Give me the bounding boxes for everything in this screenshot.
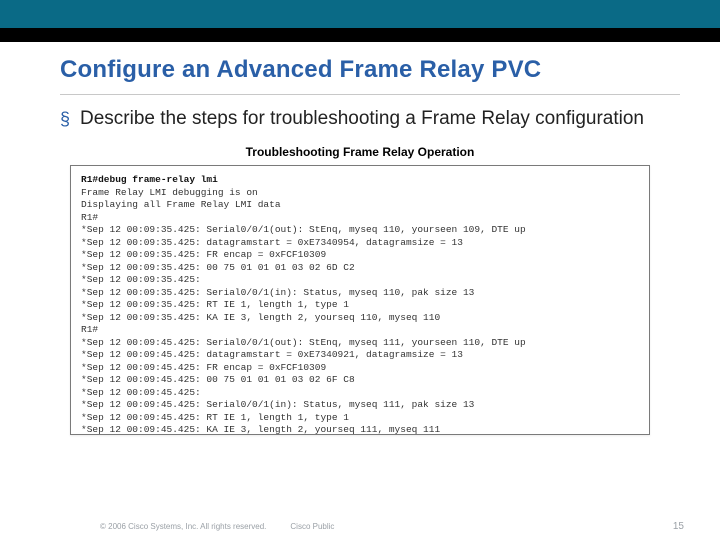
terminal-output: R1#debug frame-relay lmi Frame Relay LMI… <box>70 165 650 435</box>
slide: Configure an Advanced Frame Relay PVC § … <box>0 0 720 540</box>
slide-title: Configure an Advanced Frame Relay PVC <box>0 42 720 92</box>
bullet-item: § Describe the steps for troubleshooting… <box>60 107 660 131</box>
terminal-lines: Frame Relay LMI debugging is on Displayi… <box>81 187 526 436</box>
footer: © 2006 Cisco Systems, Inc. All rights re… <box>0 521 720 532</box>
figure-title: Troubleshooting Frame Relay Operation <box>70 145 650 165</box>
page-number: 15 <box>673 521 684 532</box>
figure: Troubleshooting Frame Relay Operation R1… <box>0 131 720 435</box>
classification-text: Cisco Public <box>290 522 334 531</box>
top-accent-bar <box>0 0 720 28</box>
bullet-text: Describe the steps for troubleshooting a… <box>80 107 644 131</box>
bullet-marker: § <box>60 107 70 131</box>
terminal-command: R1#debug frame-relay lmi <box>81 174 218 185</box>
footer-left: © 2006 Cisco Systems, Inc. All rights re… <box>100 522 334 531</box>
top-black-bar <box>0 28 720 42</box>
copyright-text: © 2006 Cisco Systems, Inc. All rights re… <box>100 522 266 531</box>
body: § Describe the steps for troubleshooting… <box>0 95 720 131</box>
